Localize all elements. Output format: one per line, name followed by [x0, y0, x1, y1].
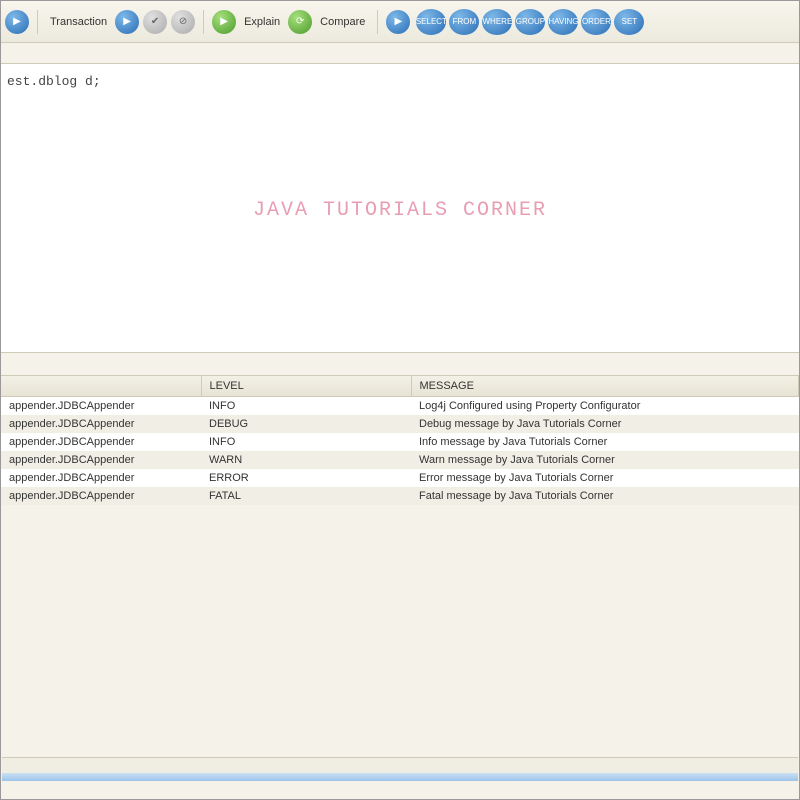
app-window: ▶ Transaction ▶ ✔ ⊘ ▶ Explain ⟳ Compare …: [0, 0, 800, 800]
result-grid: LEVEL MESSAGE appender.JDBCAppenderINFOL…: [1, 375, 799, 505]
cell-level: FATAL: [201, 487, 411, 505]
cell-level: WARN: [201, 451, 411, 469]
table-row[interactable]: appender.JDBCAppenderINFOLog4j Configure…: [1, 397, 799, 416]
grid-header-message[interactable]: MESSAGE: [411, 376, 799, 397]
cell-appender: appender.JDBCAppender: [1, 433, 201, 451]
cell-message: Error message by Java Tutorials Corner: [411, 469, 799, 487]
sql-from-button[interactable]: FROM: [449, 9, 479, 35]
run-button[interactable]: ▶: [5, 10, 29, 34]
separator: [203, 10, 204, 34]
table-row[interactable]: appender.JDBCAppenderFATALFatal message …: [1, 487, 799, 505]
compare-label: Compare: [320, 16, 365, 28]
watermark-text: JAVA TUTORIALS CORNER: [253, 199, 547, 222]
sql-where-button[interactable]: WHERE: [482, 9, 512, 35]
sql-editor[interactable]: est.dblog d; JAVA TUTORIALS CORNER: [1, 63, 799, 353]
cell-level: INFO: [201, 397, 411, 416]
next-button[interactable]: ▶: [386, 10, 410, 34]
status-bar: [2, 773, 798, 781]
separator: [37, 10, 38, 34]
cell-appender: appender.JDBCAppender: [1, 397, 201, 416]
grid-header-appender[interactable]: [1, 376, 201, 397]
sql-having-button[interactable]: HAVING: [548, 9, 578, 35]
cell-appender: appender.JDBCAppender: [1, 415, 201, 433]
sql-select-button[interactable]: SELECT: [416, 9, 446, 35]
cell-level: INFO: [201, 433, 411, 451]
table-row[interactable]: appender.JDBCAppenderWARNWarn message by…: [1, 451, 799, 469]
grid-header-row: LEVEL MESSAGE: [1, 376, 799, 397]
cell-appender: appender.JDBCAppender: [1, 451, 201, 469]
separator: [377, 10, 378, 34]
cell-message: Log4j Configured using Property Configur…: [411, 397, 799, 416]
sql-button-group: SELECTFROMWHEREGROUPHAVINGORDERSET: [416, 9, 644, 35]
cell-message: Debug message by Java Tutorials Corner: [411, 415, 799, 433]
table-row[interactable]: appender.JDBCAppenderDEBUGDebug message …: [1, 415, 799, 433]
transaction-play-button[interactable]: ▶: [115, 10, 139, 34]
cell-message: Warn message by Java Tutorials Corner: [411, 451, 799, 469]
transaction-commit-button[interactable]: ✔: [143, 10, 167, 34]
table-row[interactable]: appender.JDBCAppenderINFOInfo message by…: [1, 433, 799, 451]
editor-text: est.dblog d;: [7, 74, 101, 89]
cell-level: DEBUG: [201, 415, 411, 433]
toolbar: ▶ Transaction ▶ ✔ ⊘ ▶ Explain ⟳ Compare …: [1, 1, 799, 43]
sql-set-button[interactable]: SET: [614, 9, 644, 35]
cell-level: ERROR: [201, 469, 411, 487]
transaction-label: Transaction: [50, 16, 107, 28]
sql-group-button[interactable]: GROUP: [515, 9, 545, 35]
table-row[interactable]: appender.JDBCAppenderERRORError message …: [1, 469, 799, 487]
grid-header-level[interactable]: LEVEL: [201, 376, 411, 397]
transaction-rollback-button[interactable]: ⊘: [171, 10, 195, 34]
explain-label: Explain: [244, 16, 280, 28]
horizontal-scrollbar[interactable]: [2, 757, 798, 773]
cell-message: Info message by Java Tutorials Corner: [411, 433, 799, 451]
compare-button[interactable]: ⟳: [288, 10, 312, 34]
cell-message: Fatal message by Java Tutorials Corner: [411, 487, 799, 505]
sql-order-button[interactable]: ORDER: [581, 9, 611, 35]
cell-appender: appender.JDBCAppender: [1, 469, 201, 487]
explain-button[interactable]: ▶: [212, 10, 236, 34]
cell-appender: appender.JDBCAppender: [1, 487, 201, 505]
